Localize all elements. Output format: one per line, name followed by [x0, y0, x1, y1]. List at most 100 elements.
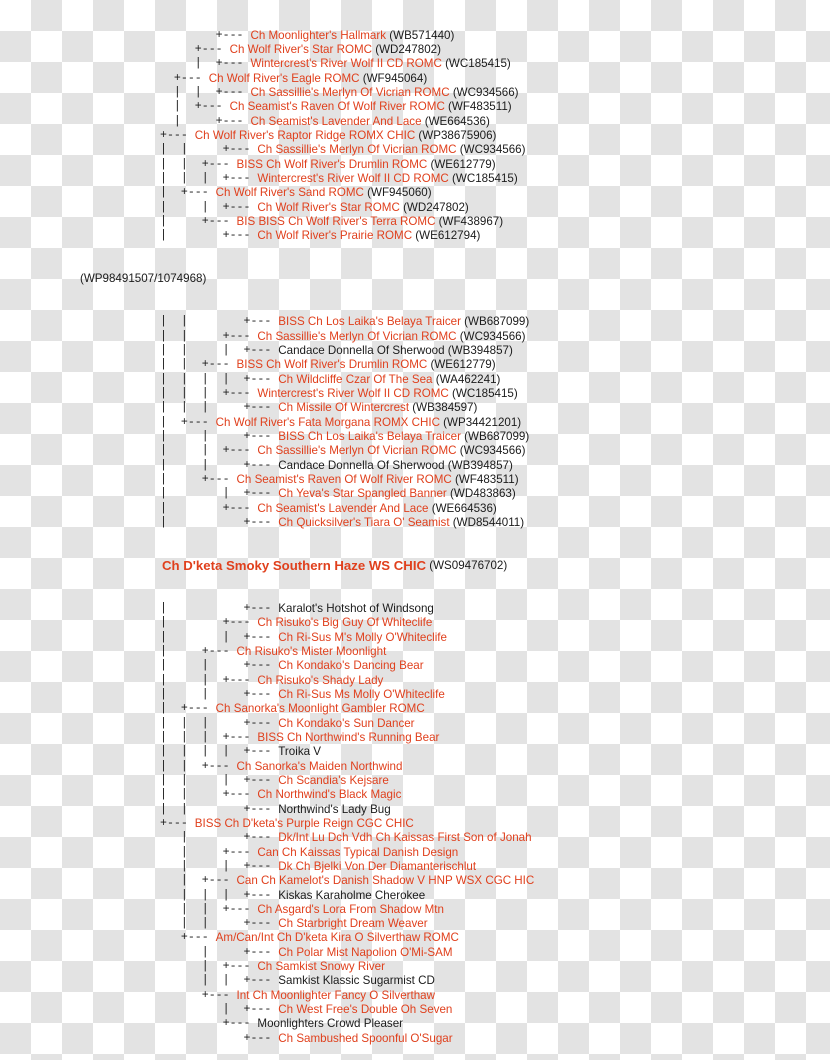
pedigree-row: | | +--- BISS Ch Wolf River's Drumlin RO…	[0, 358, 830, 372]
registration-number: (WB384597)	[409, 401, 478, 415]
tree-connector: | | | +---	[160, 171, 258, 185]
pedigree-row: | | +--- Ch Sassillie's Merlyn Of Vicria…	[0, 330, 830, 344]
tree-connector: +---	[160, 43, 230, 57]
tree-connector: +---	[160, 28, 251, 42]
tree-connector: | | | +---	[160, 401, 279, 415]
registration-number: (WD247802)	[399, 200, 469, 214]
tree-connector: | | | +---	[160, 773, 279, 787]
pedigree-row: | | +--- Ch Sassillie's Merlyn Of Vicria…	[0, 143, 830, 157]
ancestor-dog-name: Candace Donnella Of Sherwood	[278, 343, 445, 357]
pedigree-subject-row: Ch D'keta Smoky Southern Haze WS CHIC (W…	[0, 557, 830, 573]
tree-connector: +---	[160, 988, 237, 1002]
ancestor-dog-name: Ch Wolf River's Sand ROMC	[215, 186, 364, 200]
ancestor-dog-name: Ch Sassillie's Merlyn Of Vicrian ROMC	[257, 143, 457, 157]
ancestor-dog-name: Candace Donnella Of Sherwood	[278, 458, 445, 472]
registration-number: (WB687099)	[460, 315, 530, 329]
ancestor-dog-name: Ch Starbright Dream Weaver	[278, 917, 428, 931]
tree-connector: | +---	[160, 57, 251, 71]
ancestor-dog-name: Wintercrest's River Wolf II CD ROMC	[257, 386, 449, 400]
ancestor-dog-name: Int Ch Moonlighter Fancy O Silverthaw	[236, 988, 435, 1002]
tree-connector: | +---	[160, 214, 237, 228]
registration-number: (WP34421201)	[439, 415, 522, 429]
registration-number: (WE664536)	[428, 501, 497, 515]
registration-number: (WE612779)	[427, 157, 496, 171]
ancestor-dog-name: Ch Wolf River's Eagle ROMC	[208, 71, 360, 85]
ancestor-dog-name: Ch Kondako's Sun Dancer	[278, 716, 415, 730]
pedigree-row: | | +--- Ch Asgard's Lora From Shadow Mt…	[0, 903, 830, 917]
pedigree-row: | +--- Ch Seamist's Lavender And Lace (W…	[0, 502, 830, 516]
tree-connector: | +---	[160, 831, 279, 845]
tree-connector: | +---	[160, 472, 237, 486]
ancestor-dog-name: Ch Ri-Sus M's Molly O'Whiteclife	[278, 630, 447, 644]
pedigree-row: | +--- Ch Wolf River's Fata Morgana ROMX…	[0, 416, 830, 430]
pedigree-row: | | | +--- Kiskas Karaholme Cherokee	[0, 889, 830, 903]
pedigree-row: | | +--- Ch Starbright Dream Weaver	[0, 917, 830, 931]
registration-wrap-line: (WP98491507/1074968)	[80, 272, 207, 286]
ancestor-dog-name: Ch Risuko's Shady Lady	[257, 673, 384, 687]
registration-number: (WB687099)	[460, 429, 530, 443]
ancestor-dog-name: Ch Northwind's Black Magic	[257, 788, 402, 802]
tree-connector: | +---	[160, 100, 230, 114]
ancestor-dog-name: Ch Samkist Snowy River	[257, 960, 385, 974]
ancestor-dog-name: Karalot's Hotshot of Windsong	[278, 601, 434, 615]
pedigree-row: +--- Am/Can/Int Ch D'keta Kira O Silvert…	[0, 931, 830, 945]
ancestor-dog-name: Ch Wolf River's Star ROMC	[257, 200, 400, 214]
pedigree-row: +--- Moonlighters Crowd Pleaser	[0, 1017, 830, 1031]
tree-connector: | | +---	[160, 630, 279, 644]
pedigree-row: | | +--- Samkist Klassic Sugarmist CD	[0, 974, 830, 988]
tree-connector: | +---	[160, 186, 216, 200]
pedigree-row: +--- BISS Ch D'keta's Purple Reign CGC C…	[0, 817, 830, 831]
registration-number: (WS09476702)	[426, 558, 508, 572]
ancestor-dog-name: BISS Ch Los Laika's Belaya Traicer	[278, 429, 461, 443]
registration-number: (WC185415)	[448, 386, 518, 400]
registration-number: (WC934566)	[449, 86, 519, 99]
tree-connector: | | +---	[160, 86, 251, 99]
pedigree-row: | +--- Ch Wolf River's Prairie ROMC (WE6…	[0, 229, 830, 243]
tree-connector: +---	[160, 71, 209, 85]
tree-connector: +---	[160, 1017, 258, 1031]
ancestor-dog-name: Am/Can/Int Ch D'keta Kira O Silverthaw R…	[215, 931, 459, 945]
pedigree-row: | +--- Ch Sanorka's Moonlight Gambler RO…	[0, 702, 830, 716]
ancestor-dog-name: BISS Ch D'keta's Purple Reign CGC CHIC	[194, 816, 414, 830]
ancestor-dog-name: BIS BISS Ch Wolf River's Terra ROMC	[236, 214, 436, 228]
tree-connector: | | +---	[160, 487, 279, 501]
pedigree-row: +--- Ch Wolf River's Eagle ROMC (WF94506…	[0, 72, 830, 86]
ancestor-dog-name: Ch Sambushed Spoonful O'Sugar	[278, 1031, 453, 1045]
registration-number: (WF483511)	[444, 100, 512, 114]
ancestor-dog-name: Ch Polar Mist Napolion O'Mi-SAM	[278, 945, 453, 959]
pedigree-row: | | | | +--- Ch Wildcliffe Czar Of The S…	[0, 373, 830, 387]
pedigree-row: | +--- Can Ch Kamelot's Danish Shadow V …	[0, 874, 830, 888]
pedigree-row: | | +--- BISS Ch Wolf River's Drumlin RO…	[0, 158, 830, 172]
tree-connector: | | +---	[160, 429, 279, 443]
pedigree-row: | +--- Can Ch Kaissas Typical Danish Des…	[0, 846, 830, 860]
ancestor-dog-name: Wintercrest's River Wolf II CD ROMC	[257, 171, 449, 185]
registration-number: (WE612779)	[427, 358, 496, 372]
pedigree-row: | | | +--- Ch Missile Of Wintercrest (WB…	[0, 401, 830, 415]
registration-number: (WF438967)	[435, 214, 504, 228]
tree-connector: | | +---	[160, 157, 237, 171]
pedigree-row: | +--- Ch Seamist's Raven Of Wolf River …	[0, 473, 830, 487]
tree-connector: | | +---	[160, 358, 237, 372]
ancestor-dog-name: Ch Seamist's Lavender And Lace	[257, 501, 429, 515]
ancestor-dog-name: Dk Ch Bjelki Von Der Diamanterischlut	[278, 859, 477, 873]
ancestor-dog-name: Kiskas Karaholme Cherokee	[278, 888, 426, 902]
ancestor-dog-name: Ch West Free's Double Oh Seven	[278, 1003, 453, 1017]
tree-connector: | | +---	[160, 143, 258, 157]
tree-connector: | +---	[160, 114, 251, 128]
pedigree-row: | | | +--- Candace Donnella Of Sherwood …	[0, 344, 830, 358]
ancestor-dog-name: Ch Seamist's Lavender And Lace	[250, 114, 422, 128]
tree-connector: | | | +---	[160, 888, 279, 902]
subject-dog-name: Ch D'keta Smoky Southern Haze WS CHIC	[162, 557, 427, 573]
ancestor-dog-name: Ch Wolf River's Prairie ROMC	[257, 229, 413, 243]
ancestor-dog-name: Ch Wolf River's Star ROMC	[229, 43, 373, 57]
tree-connector: +---	[160, 1031, 279, 1045]
ancestor-dog-name: Wintercrest's River Wolf II CD ROMC	[250, 57, 442, 71]
pedigree-block-sire-bottom: | | +--- BISS Ch Los Laika's Belaya Trai…	[0, 315, 830, 530]
pedigree-row: | +--- Ch Samkist Snowy River	[0, 960, 830, 974]
tree-connector: | | | | +---	[160, 372, 279, 386]
tree-connector: | +---	[160, 415, 216, 429]
ancestor-dog-name: Ch Sassillie's Merlyn Of Vicrian ROMC	[257, 444, 457, 458]
ancestor-dog-name: Ch Risuko's Mister Moonlight	[236, 644, 387, 658]
registration-number: (WP38675906)	[415, 128, 497, 142]
registration-number: (WC934566)	[456, 329, 526, 343]
